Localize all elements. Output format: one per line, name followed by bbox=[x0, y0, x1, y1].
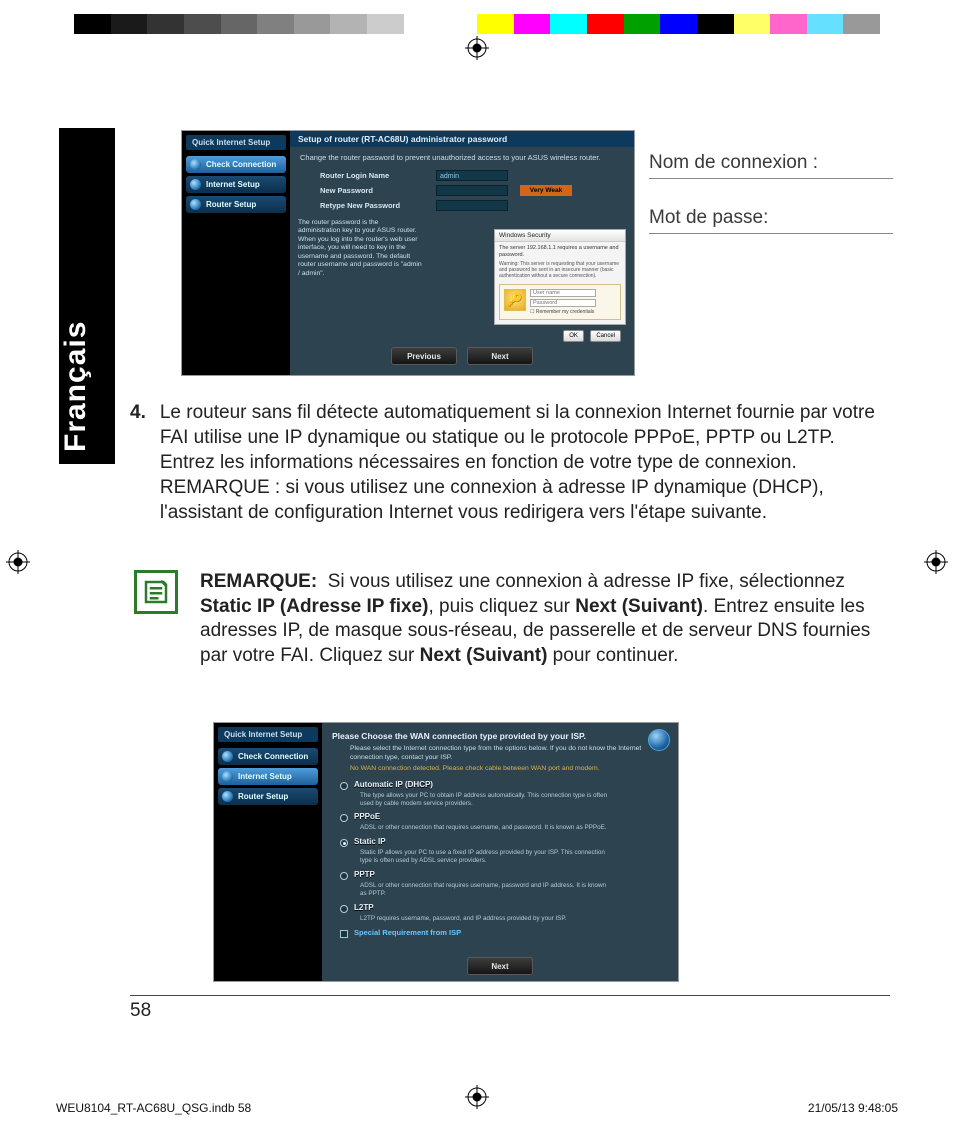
next-button[interactable]: Next bbox=[467, 347, 533, 365]
remember-credentials-label[interactable]: ☐ Remember my credentials bbox=[530, 309, 616, 315]
panel-title: Please Choose the WAN connection type pr… bbox=[322, 723, 678, 745]
retype-password-input[interactable] bbox=[436, 200, 508, 211]
sidebar-item-label: Internet Setup bbox=[206, 180, 260, 189]
print-footer: WEU8104_RT-AC68U_QSG.indb 58 21/05/13 9:… bbox=[56, 1101, 898, 1115]
qis-sidebar: Quick Internet Setup Check Connection In… bbox=[214, 723, 322, 981]
panel-subtext: Change the router password to prevent un… bbox=[290, 147, 634, 168]
login-name-line bbox=[649, 178, 893, 179]
previous-button[interactable]: Previous bbox=[391, 347, 457, 365]
step-number: 4. bbox=[130, 400, 146, 525]
sidebar-item-check-connection[interactable]: Check Connection bbox=[218, 748, 318, 765]
sidebar-item-label: Internet Setup bbox=[238, 772, 292, 781]
dialog-body: The server 192.168.1.1 requires a userna… bbox=[495, 242, 625, 261]
home-icon[interactable] bbox=[648, 729, 670, 751]
sidebar-item-label: Check Connection bbox=[238, 752, 308, 761]
radio-l2tp[interactable] bbox=[340, 905, 348, 913]
step-icon bbox=[190, 179, 201, 190]
dialog-password-input[interactable] bbox=[530, 299, 596, 307]
sidebar-item-internet-setup[interactable]: Internet Setup bbox=[186, 176, 286, 193]
page-rule bbox=[130, 995, 890, 996]
qis-sidebar: Quick Internet Setup Check Connection In… bbox=[182, 131, 290, 375]
screenshot-admin-password: Quick Internet Setup Check Connection In… bbox=[181, 130, 635, 376]
qis-title: Quick Internet Setup bbox=[186, 135, 286, 150]
next-button[interactable]: Next bbox=[467, 957, 533, 975]
option-desc: The type allows your PC to obtain IP add… bbox=[322, 792, 632, 811]
option-label: Automatic IP (DHCP) bbox=[354, 780, 433, 789]
registration-mark-left bbox=[6, 550, 30, 574]
windows-security-dialog: Windows Security The server 192.168.1.1 … bbox=[494, 229, 626, 325]
step-icon bbox=[190, 199, 201, 210]
dialog-warning: Warning: This server is requesting that … bbox=[495, 261, 625, 282]
admin-password-note: The router password is the administratio… bbox=[290, 213, 430, 284]
option-label: L2TP bbox=[354, 903, 374, 912]
option-desc: Static IP allows your PC to use a fixed … bbox=[322, 849, 632, 868]
option-desc: L2TP requires username, password, and IP… bbox=[322, 915, 632, 926]
dialog-cancel-button[interactable]: Cancel bbox=[590, 330, 621, 342]
login-name-label: Router Login Name bbox=[320, 171, 428, 180]
screenshot-wan-type: Quick Internet Setup Check Connection In… bbox=[213, 722, 679, 982]
radio-dhcp[interactable] bbox=[340, 782, 348, 790]
sidebar-item-label: Router Setup bbox=[238, 792, 288, 801]
retype-password-label: Retype New Password bbox=[320, 201, 428, 210]
footer-filename: WEU8104_RT-AC68U_QSG.indb 58 bbox=[56, 1101, 251, 1115]
dialog-ok-button[interactable]: OK bbox=[563, 330, 584, 342]
sidebar-item-check-connection[interactable]: Check Connection bbox=[186, 156, 286, 173]
option-desc: ADSL or other connection that requires u… bbox=[322, 824, 632, 835]
option-label: Static IP bbox=[354, 837, 386, 846]
option-desc: ADSL or other connection that requires u… bbox=[322, 882, 632, 901]
sidebar-item-label: Router Setup bbox=[206, 200, 256, 209]
option-label: PPTP bbox=[354, 870, 375, 879]
login-credentials-block: Nom de connexion : Mot de passe: bbox=[649, 152, 893, 262]
step-icon bbox=[222, 791, 233, 802]
step-text: Le routeur sans fil détecte automatiquem… bbox=[156, 400, 890, 525]
language-tab: Français bbox=[59, 128, 115, 464]
footer-datetime: 21/05/13 9:48:05 bbox=[808, 1101, 898, 1115]
sidebar-item-router-setup[interactable]: Router Setup bbox=[218, 788, 318, 805]
dialog-username-input[interactable] bbox=[530, 289, 596, 297]
key-icon: 🔑 bbox=[504, 289, 526, 311]
special-requirement-link[interactable]: Special Requirement from ISP bbox=[354, 928, 461, 937]
password-line bbox=[649, 233, 893, 234]
password-heading: Mot de passe: bbox=[649, 207, 893, 229]
panel-intro: Please select the Internet connection ty… bbox=[322, 745, 678, 765]
dialog-title: Windows Security bbox=[495, 230, 625, 242]
remark-label: REMARQUE: bbox=[200, 571, 317, 592]
login-name-input[interactable]: admin bbox=[436, 170, 508, 181]
sidebar-item-internet-setup[interactable]: Internet Setup bbox=[218, 768, 318, 785]
radio-static-ip[interactable] bbox=[340, 839, 348, 847]
sidebar-item-label: Check Connection bbox=[206, 160, 276, 169]
panel-title: Setup of router (RT-AC68U) administrator… bbox=[290, 131, 634, 147]
step-4: 4. Le routeur sans fil détecte automatiq… bbox=[130, 400, 890, 525]
registration-mark-top bbox=[465, 36, 489, 60]
password-strength-badge: Very Weak bbox=[520, 185, 572, 196]
new-password-input[interactable] bbox=[436, 185, 508, 196]
option-label: PPPoE bbox=[354, 812, 380, 821]
step-icon bbox=[190, 159, 201, 170]
remark-block: REMARQUE: Si vous utilisez une connexion… bbox=[130, 564, 890, 669]
radio-pptp[interactable] bbox=[340, 872, 348, 880]
sidebar-item-router-setup[interactable]: Router Setup bbox=[186, 196, 286, 213]
no-wan-warning: No WAN connection detected. Please check… bbox=[322, 765, 678, 778]
new-password-label: New Password bbox=[320, 186, 428, 195]
print-color-bars bbox=[74, 14, 880, 34]
note-icon bbox=[134, 570, 178, 614]
registration-mark-right bbox=[924, 550, 948, 574]
radio-pppoe[interactable] bbox=[340, 814, 348, 822]
step-icon bbox=[222, 771, 233, 782]
login-name-heading: Nom de connexion : bbox=[649, 152, 893, 174]
qis-title: Quick Internet Setup bbox=[218, 727, 318, 742]
checkbox-special-requirement[interactable] bbox=[340, 930, 348, 938]
page-number: 58 bbox=[130, 1000, 151, 1022]
step-icon bbox=[222, 751, 233, 762]
